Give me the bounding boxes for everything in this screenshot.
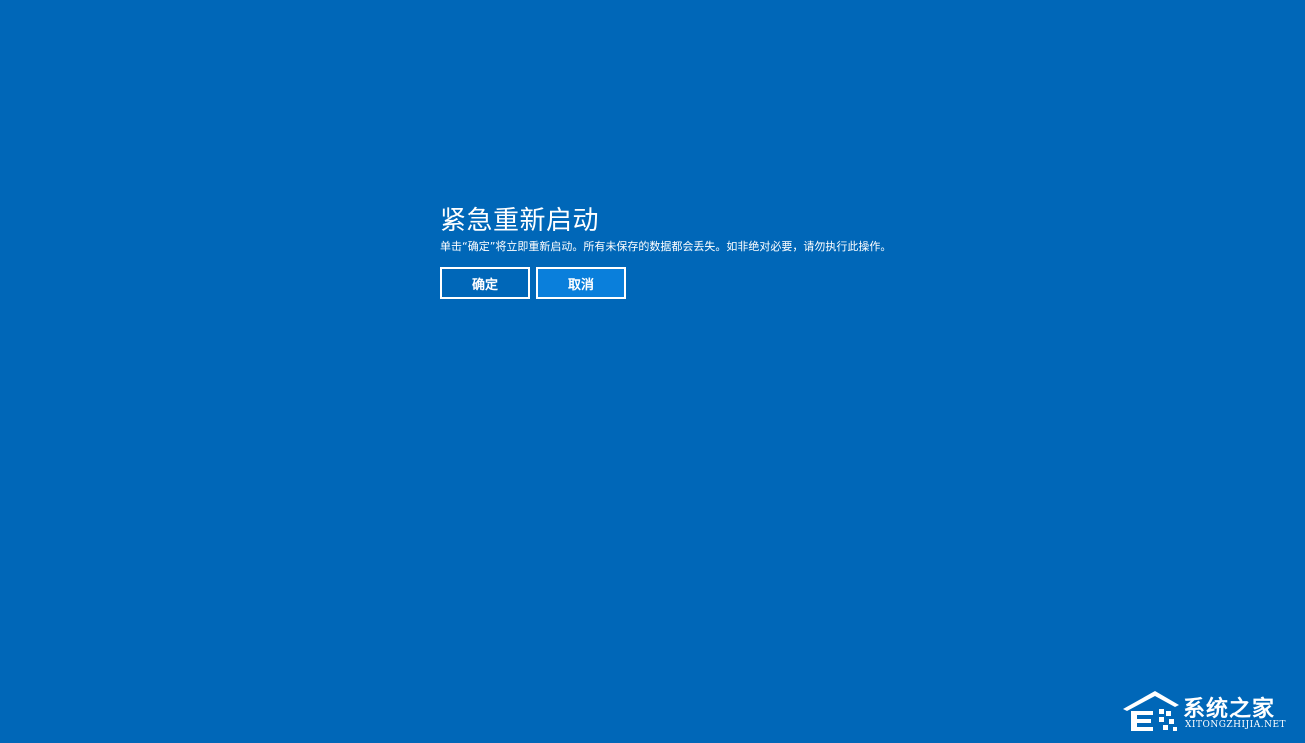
watermark-name: 系统之家 xyxy=(1183,697,1276,722)
dialog-title: 紧急重新启动 xyxy=(440,206,600,236)
dialog-buttons: 确定 取消 xyxy=(440,267,1000,299)
ok-button[interactable]: 确定 xyxy=(440,267,530,299)
watermark-domain: XITONGZHIJIA.NET xyxy=(1185,720,1287,730)
house-logo-icon xyxy=(1123,691,1179,731)
watermark: 系统之家 XITONGZHIJIA.NET xyxy=(1119,689,1297,737)
emergency-restart-dialog: 紧急重新启动 单击“确定”将立即重新启动。所有未保存的数据都会丢失。如非绝对必要… xyxy=(440,204,1000,299)
dialog-message: 单击“确定”将立即重新启动。所有未保存的数据都会丢失。如非绝对必要，请勿执行此操… xyxy=(440,240,892,253)
cancel-button[interactable]: 取消 xyxy=(536,267,626,299)
